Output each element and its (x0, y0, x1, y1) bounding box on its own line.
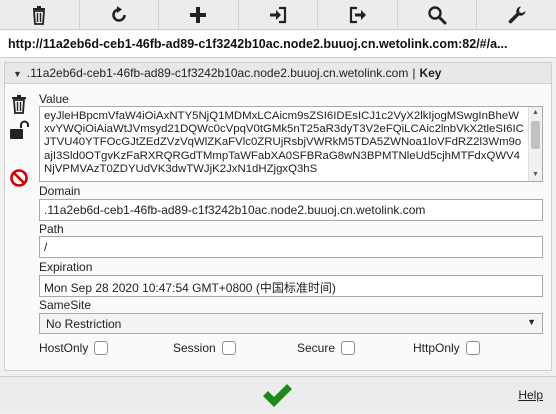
cookie-header-separator: | (412, 66, 416, 80)
scroll-thumb[interactable] (531, 121, 540, 149)
collapse-arrow-icon[interactable]: ▼ (13, 69, 22, 79)
trash-icon (12, 95, 26, 114)
add-cookie-button[interactable] (159, 0, 239, 30)
search-button[interactable] (398, 0, 478, 30)
domain-label: Domain (39, 184, 81, 198)
httponly-label: HttpOnly (413, 341, 460, 355)
scroll-down-arrow-icon[interactable]: ▼ (529, 169, 542, 181)
cookie-header[interactable]: ▼ .11a2eb6d-ceb1-46fb-ad89-c1f3242b10ac.n… (4, 62, 552, 84)
checkmark-icon (263, 384, 292, 407)
toolbar (0, 0, 556, 30)
session-flag[interactable]: Session (173, 341, 236, 355)
path-input[interactable]: / (39, 236, 543, 258)
block-cookie-button[interactable] (9, 168, 29, 188)
delete-cookie-button[interactable] (9, 94, 29, 114)
options-button[interactable] (477, 0, 556, 30)
scroll-up-arrow-icon[interactable]: ▲ (529, 107, 542, 119)
secure-checkbox[interactable] (341, 341, 356, 355)
trash-icon (33, 6, 46, 25)
cookie-header-domain: .11a2eb6d-ceb1-46fb-ad89-c1f3242b10ac.no… (26, 66, 409, 80)
delete-all-button[interactable] (0, 0, 80, 30)
expiration-label: Expiration (39, 260, 93, 274)
search-icon (428, 6, 447, 25)
session-label: Session (173, 341, 216, 355)
httponly-flag[interactable]: HttpOnly (413, 341, 480, 355)
unlocked-padlock-icon (10, 120, 29, 139)
value-label: Value (39, 92, 69, 106)
block-icon (10, 169, 28, 187)
wrench-icon (508, 6, 526, 24)
samesite-selected-value: No Restriction (46, 317, 122, 331)
export-button[interactable] (318, 0, 398, 30)
hostonly-flag[interactable]: HostOnly (39, 341, 109, 355)
domain-input[interactable]: .11a2eb6d-ceb1-46fb-ad89-c1f3242b10ac.no… (39, 199, 543, 221)
path-label: Path (39, 222, 64, 236)
value-scrollbar[interactable]: ▲ ▼ (528, 107, 542, 181)
current-url: http://11a2eb6d-ceb1-46fb-ad89-c1f3242b1… (0, 31, 556, 58)
refresh-icon (112, 6, 126, 22)
export-icon (349, 6, 366, 24)
hostonly-checkbox[interactable] (94, 341, 109, 355)
value-textarea[interactable]: eyJleHBpcmVfaW4iOiAxNTY5NjQ1MDMxLCAicm9s… (39, 106, 543, 182)
protect-cookie-button[interactable] (9, 120, 29, 140)
chevron-down-icon: ▼ (527, 317, 536, 327)
footer: Help (0, 376, 556, 412)
value-text: eyJleHBpcmVfaW4iOiAxNTY5NjQ1MDMxLCAicm9s… (44, 110, 524, 175)
help-link[interactable]: Help (518, 388, 543, 402)
expiration-input[interactable]: Mon Sep 28 2020 10:47:54 GMT+0800 (中国标准时… (39, 275, 543, 297)
httponly-checkbox[interactable] (465, 341, 480, 355)
import-icon (270, 6, 287, 24)
secure-label: Secure (297, 341, 336, 355)
samesite-select[interactable]: No Restriction ▼ (39, 313, 543, 334)
cookie-flags: HostOnly Session Secure HttpOnly (5, 339, 553, 359)
secure-flag[interactable]: Secure (297, 341, 356, 355)
samesite-label: SameSite (39, 298, 92, 312)
save-button[interactable] (260, 381, 294, 411)
cookie-edit-panel: Value eyJleHBpcmVfaW4iOiAxNTY5NjQ1MDMxLC… (4, 84, 552, 371)
import-button[interactable] (239, 0, 319, 30)
session-checkbox[interactable] (221, 341, 236, 355)
plus-icon (190, 7, 207, 23)
cookie-name: Key (419, 66, 442, 80)
hostonly-label: HostOnly (39, 341, 89, 355)
refresh-button[interactable] (80, 0, 160, 30)
